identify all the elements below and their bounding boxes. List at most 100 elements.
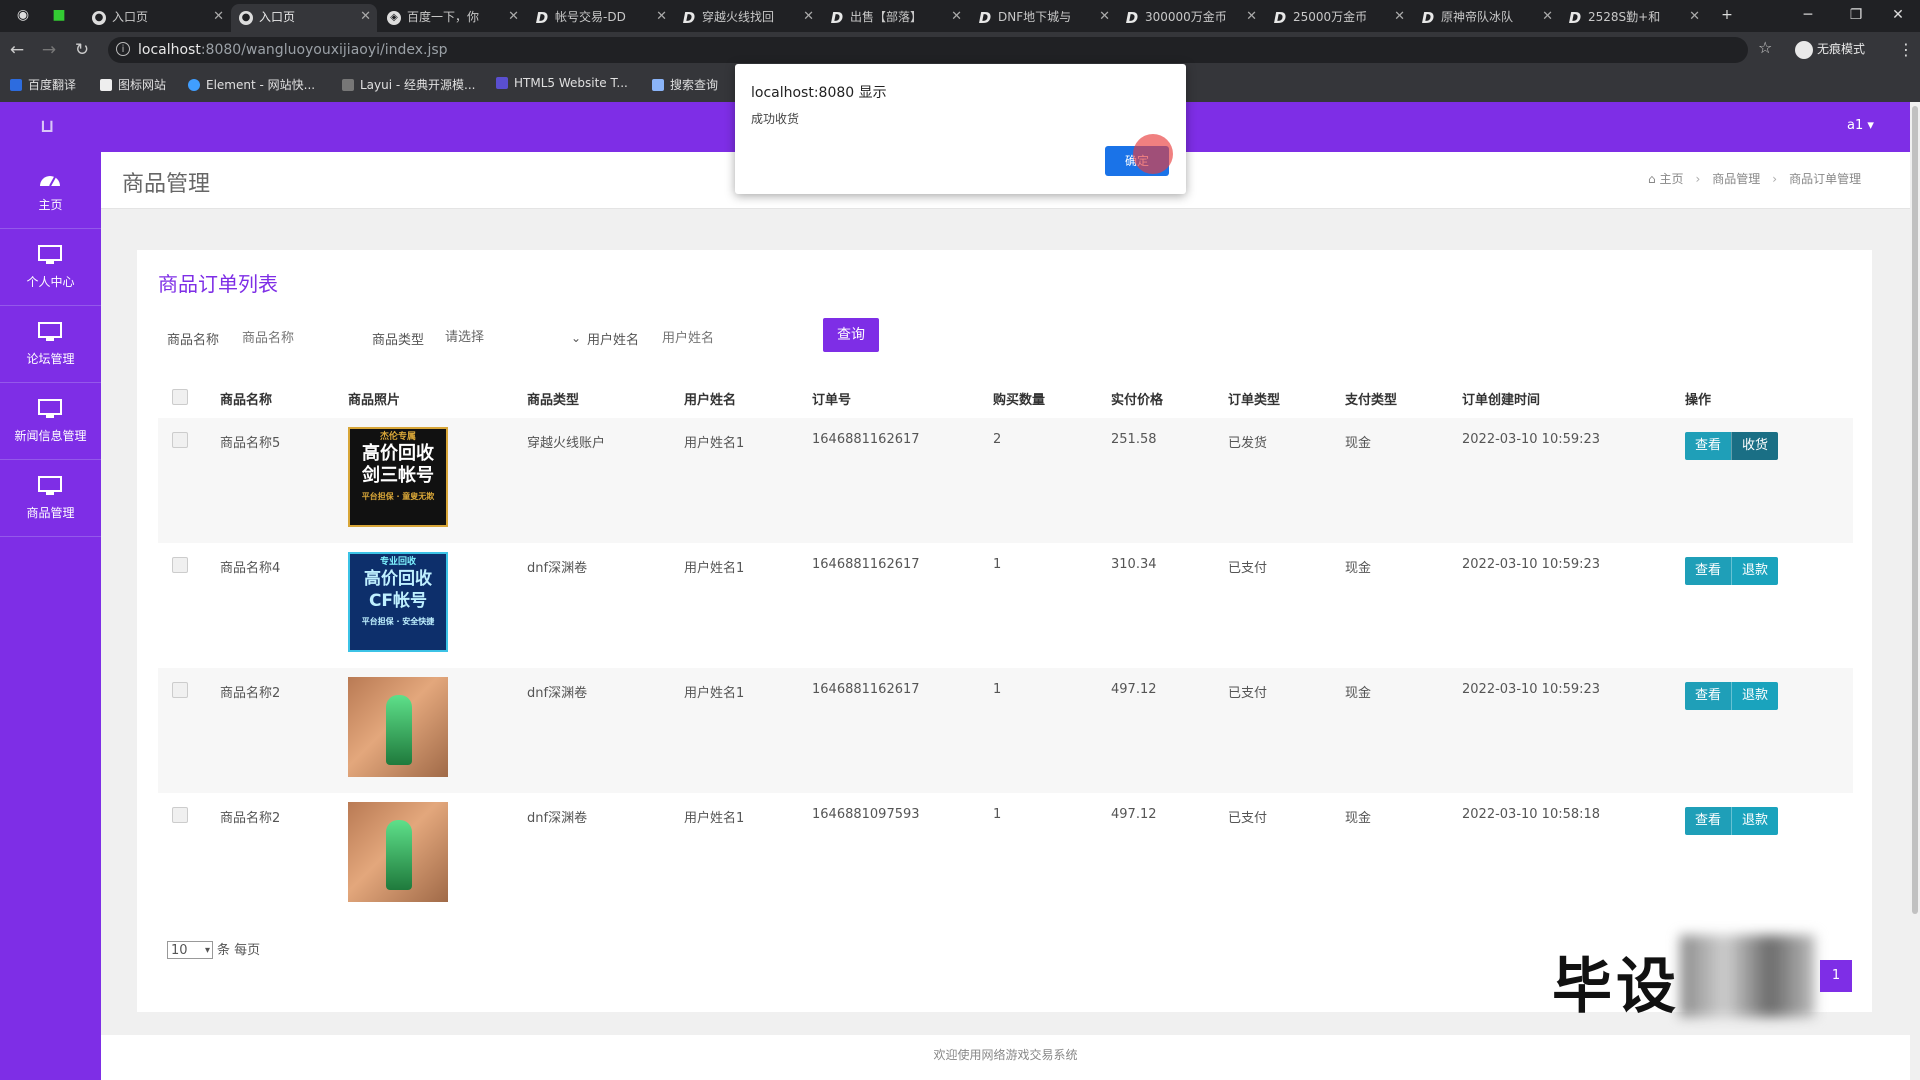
browser-tab[interactable]: D 出售【部落】 ✕ <box>822 4 968 32</box>
bookmark-item[interactable]: 搜索查询 <box>652 76 718 93</box>
orders-table: 商品名称 商品照片 商品类型 用户姓名 订单号 购买数量 实付价格 订单类型 支… <box>158 378 1853 918</box>
browser-tab[interactable]: D 25000万金币 ✕ <box>1265 4 1411 32</box>
bookmark-item[interactable]: Element - 网站快... <box>188 76 315 93</box>
close-tab-icon[interactable]: ✕ <box>1689 4 1700 30</box>
view-button[interactable]: 查看 <box>1685 807 1732 835</box>
refund-button[interactable]: 退款 <box>1731 682 1779 710</box>
page-scrollbar[interactable] <box>1910 102 1920 1080</box>
query-button[interactable]: 查询 <box>823 318 879 352</box>
sidebar-item-label: 商品管理 <box>26 506 75 520</box>
page-size-select[interactable]: 10 ▾ <box>167 941 213 959</box>
browser-tab[interactable]: D 帐号交易-DD ✕ <box>527 4 673 32</box>
alert-dialog: localhost:8080 显示 成功收货 确定 <box>735 64 1186 194</box>
browser-tab-strip: ◉ ■ ● 入口页 ✕ ● 入口页 ✕ ◈ 百度一下，你 ✕ D 帐号交易-DD ✕ D 穿越火线找回 ✕ D… <box>0 0 1920 32</box>
view-button[interactable]: 查看 <box>1685 557 1732 585</box>
close-tab-icon[interactable]: ✕ <box>1542 4 1553 30</box>
cell-price: 497.12 <box>1111 682 1157 697</box>
view-button[interactable]: 查看 <box>1685 682 1732 710</box>
sidebar-item-profile[interactable]: 个人中心 <box>0 229 101 306</box>
refund-button[interactable]: 退款 <box>1731 807 1779 835</box>
site-info-icon[interactable]: i <box>116 42 130 56</box>
back-icon[interactable]: ← <box>5 38 29 62</box>
chrome-icon: ● <box>239 11 253 25</box>
bookmark-item[interactable]: 百度翻译 <box>10 76 76 93</box>
sidebar-item-forum[interactable]: 论坛管理 <box>0 306 101 383</box>
column-header: 用户姓名 <box>684 392 737 408</box>
row-checkbox[interactable] <box>172 682 188 698</box>
cell-created: 2022-03-10 10:58:18 <box>1462 807 1601 822</box>
chrome-menu-icon[interactable]: ◉ <box>8 0 38 32</box>
layui-icon <box>342 79 354 91</box>
monitor-icon <box>38 399 62 418</box>
sidebar-item-home[interactable]: 主页 <box>0 152 101 229</box>
breadcrumb-home[interactable]: 主页 <box>1659 172 1683 186</box>
page-size-value: 10 <box>171 943 188 958</box>
browser-tab[interactable]: D 2528S勤+和 ✕ <box>1560 4 1706 32</box>
row-actions: 查看 退款 <box>1685 682 1779 710</box>
browser-menu-icon[interactable]: ⋮ <box>1898 40 1914 59</box>
restore-button[interactable]: ❐ <box>1834 0 1878 32</box>
sidebar-item-news[interactable]: 新闻信息管理 <box>0 383 101 460</box>
close-tab-icon[interactable]: ✕ <box>1099 4 1110 30</box>
url-input[interactable]: i localhost:8080/wangluoyouxijiaoyi/inde… <box>108 37 1748 63</box>
close-tab-icon[interactable]: ✕ <box>1394 4 1405 30</box>
row-actions: 查看 退款 <box>1685 807 1779 835</box>
close-tab-icon[interactable]: ✕ <box>1246 4 1257 30</box>
character-figure <box>386 695 412 765</box>
close-tab-icon[interactable]: ✕ <box>213 4 224 30</box>
select-all-checkbox[interactable] <box>172 389 188 405</box>
table-header-row: 商品名称 商品照片 商品类型 用户姓名 订单号 购买数量 实付价格 订单类型 支… <box>158 378 1853 418</box>
scrollbar-thumb[interactable] <box>1912 106 1918 914</box>
user-menu[interactable]: a1 ▾ <box>1847 118 1874 133</box>
flag-icon <box>100 79 112 91</box>
product-name-input[interactable] <box>240 320 354 356</box>
monitor-icon <box>38 322 62 341</box>
browser-tab[interactable]: D DNF地下城与 ✕ <box>970 4 1116 32</box>
new-tab-button[interactable]: + <box>1705 0 1749 32</box>
browser-tab-title: 300000万金币 <box>1145 10 1227 24</box>
browser-tab[interactable]: ● 入口页 ✕ <box>84 4 230 32</box>
minimize-button[interactable]: ─ <box>1786 0 1830 32</box>
tab-group-icon[interactable]: ■ <box>44 0 74 32</box>
browser-tab[interactable]: D 原神帝队冰队 ✕ <box>1413 4 1559 32</box>
product-type-select[interactable]: 请选择 ⌄ <box>445 324 581 352</box>
confirm-receipt-button[interactable]: 收货 <box>1731 432 1779 460</box>
bookmark-item[interactable]: Layui - 经典开源模... <box>342 76 475 93</box>
forward-icon[interactable]: → <box>37 38 61 62</box>
browser-tab-title: 穿越火线找回 <box>702 10 775 24</box>
close-tab-icon[interactable]: ✕ <box>360 4 371 30</box>
alert-title: localhost:8080 显示 <box>751 85 887 101</box>
close-tab-icon[interactable]: ✕ <box>951 4 962 30</box>
refund-button[interactable]: 退款 <box>1731 557 1779 585</box>
sidebar-item-label: 新闻信息管理 <box>14 429 87 443</box>
bookmark-item[interactable]: HTML5 Website T... <box>496 76 628 90</box>
app-logo: ⊔ <box>40 116 55 137</box>
browser-tab[interactable]: D 300000万金币 ✕ <box>1117 4 1263 32</box>
bookmark-item[interactable]: 图标网站 <box>100 76 166 93</box>
cell-order-no: 1646881162617 <box>812 432 920 447</box>
reload-icon[interactable]: ↻ <box>70 38 94 62</box>
row-checkbox[interactable] <box>172 807 188 823</box>
sidebar: 主页 个人中心 论坛管理 新闻信息管理 商品管理 <box>0 152 101 1080</box>
browser-tab[interactable]: D 穿越火线找回 ✕ <box>674 4 820 32</box>
breadcrumb-products[interactable]: 商品管理 <box>1712 172 1760 186</box>
close-tab-icon[interactable]: ✕ <box>656 4 667 30</box>
close-tab-icon[interactable]: ✕ <box>803 4 814 30</box>
footer-text: 欢迎使用网络游戏交易系统 <box>101 1035 1910 1080</box>
d-icon: D <box>1568 9 1582 27</box>
sidebar-item-products[interactable]: 商品管理 <box>0 460 101 537</box>
row-checkbox[interactable] <box>172 432 188 448</box>
column-header: 购买数量 <box>993 392 1046 408</box>
browser-tab[interactable]: ◈ 百度一下，你 ✕ <box>379 4 525 32</box>
row-checkbox[interactable] <box>172 557 188 573</box>
view-button[interactable]: 查看 <box>1685 432 1732 460</box>
close-tab-icon[interactable]: ✕ <box>508 4 519 30</box>
chrome-icon: ● <box>92 11 106 25</box>
page-button-current[interactable]: 1 <box>1820 960 1852 992</box>
incognito-indicator[interactable]: 无痕模式 <box>1795 40 1865 59</box>
browser-tab[interactable]: ● 入口页 ✕ <box>231 4 377 32</box>
breadcrumb: ⌂ 主页 › 商品管理 › 商品订单管理 <box>1648 170 1861 187</box>
user-name-input[interactable] <box>660 320 804 356</box>
close-window-button[interactable]: ✕ <box>1876 0 1920 32</box>
bookmark-star-icon[interactable]: ☆ <box>1758 38 1772 57</box>
